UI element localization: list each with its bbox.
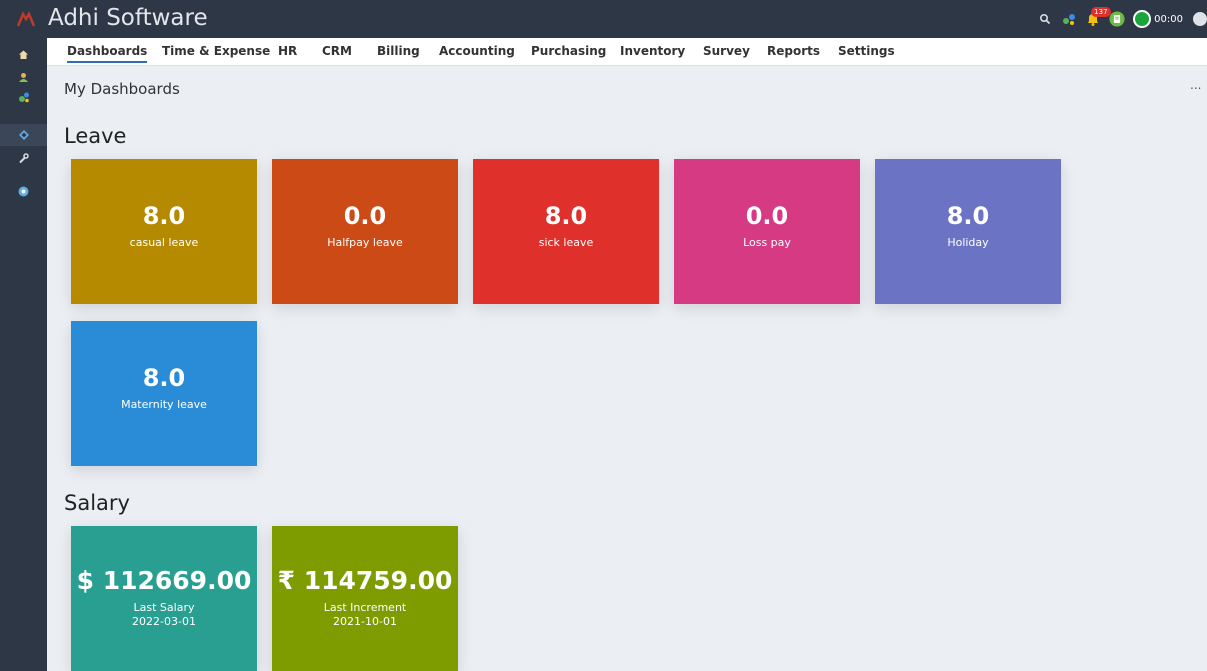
tile-label: sick leave [538, 236, 594, 249]
tab-inventory[interactable]: Inventory [620, 44, 685, 58]
tile-value: 0.0 [745, 202, 789, 230]
wrench-icon[interactable] [0, 147, 47, 169]
tab-dashboards[interactable]: Dashboards [67, 44, 148, 63]
dashboard-icon[interactable] [0, 124, 47, 146]
tile-value: 8.0 [142, 364, 186, 392]
more-options-button[interactable]: ... [1190, 78, 1201, 92]
top-bar: Adhi Software 137 00:00 [0, 0, 1207, 38]
puzzle-icon[interactable] [0, 86, 47, 108]
salary-section-heading: Salary [64, 491, 130, 515]
page-title: My Dashboards [64, 80, 180, 98]
apps-icon[interactable] [1061, 11, 1077, 27]
header-tools: 137 00:00 [1037, 7, 1207, 30]
main-nav: Dashboards Time & Expense HR CRM Billing… [47, 38, 1207, 66]
timer[interactable]: 00:00 [1133, 10, 1183, 28]
tile-label: Last Salary [133, 601, 195, 614]
help-icon[interactable] [0, 180, 47, 202]
tab-hr[interactable]: HR [278, 44, 297, 58]
tile-value: 8.0 [946, 202, 990, 230]
tile-date: 2022-03-01 [132, 615, 196, 628]
tab-accounting[interactable]: Accounting [439, 44, 515, 58]
app-title: Adhi Software [48, 5, 208, 31]
timer-value: 00:00 [1154, 13, 1183, 25]
user-icon[interactable] [0, 66, 47, 88]
tab-billing[interactable]: Billing [377, 44, 420, 58]
clipboard-icon[interactable] [1109, 11, 1125, 27]
tile-label: Holiday [947, 236, 989, 249]
tab-settings[interactable]: Settings [838, 44, 895, 58]
home-icon[interactable] [0, 43, 47, 65]
logo-icon [16, 11, 36, 27]
tile-label: casual leave [129, 236, 199, 249]
tile-label: Loss pay [743, 236, 791, 249]
timer-status-icon [1133, 10, 1152, 28]
tile-label: Last Increment [323, 601, 407, 614]
tile-value: 8.0 [142, 202, 186, 230]
tab-time-expense[interactable]: Time & Expense [162, 44, 270, 58]
leave-tile-casual[interactable]: 8.0 casual leave [71, 159, 257, 304]
tile-value: 8.0 [544, 202, 588, 230]
tab-reports[interactable]: Reports [767, 44, 820, 58]
search-icon[interactable] [1037, 11, 1053, 27]
leave-tile-maternity[interactable]: 8.0 Maternity leave [71, 321, 257, 466]
tab-purchasing[interactable]: Purchasing [531, 44, 606, 58]
leave-section-heading: Leave [64, 124, 127, 148]
tile-value: 0.0 [343, 202, 387, 230]
sidebar [0, 38, 47, 671]
tab-crm[interactable]: CRM [322, 44, 352, 58]
leave-tile-sick[interactable]: 8.0 sick leave [473, 159, 659, 304]
tab-survey[interactable]: Survey [703, 44, 750, 58]
tile-date: 2021-10-01 [333, 615, 397, 628]
salary-tile-last-salary[interactable]: $ 112669.00 Last Salary 2022-03-01 [71, 526, 257, 671]
leave-tile-loss-pay[interactable]: 0.0 Loss pay [674, 159, 860, 304]
notification-bell-icon[interactable]: 137 [1085, 7, 1111, 27]
tile-value: $ 112669.00 [76, 566, 252, 595]
leave-tile-halfpay[interactable]: 0.0 Halfpay leave [272, 159, 458, 304]
tile-value: ₹ 114759.00 [277, 566, 453, 595]
salary-tile-last-increment[interactable]: ₹ 114759.00 Last Increment 2021-10-01 [272, 526, 458, 671]
notification-count-badge: 137 [1091, 7, 1111, 17]
user-avatar[interactable] [1191, 10, 1207, 28]
tile-label: Halfpay leave [327, 236, 403, 249]
leave-tile-holiday[interactable]: 8.0 Holiday [875, 159, 1061, 304]
tile-label: Maternity leave [121, 398, 207, 411]
